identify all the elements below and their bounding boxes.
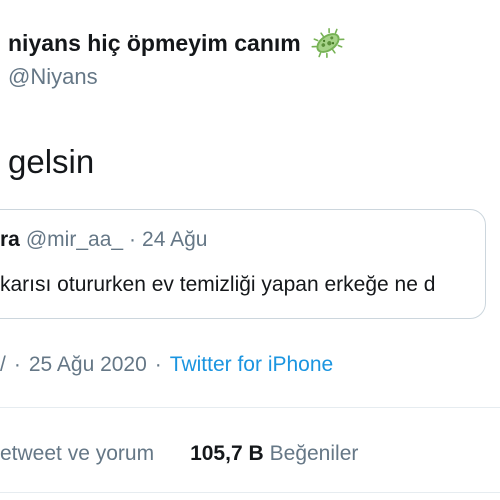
quoted-separator: · (129, 228, 137, 251)
divider (0, 407, 500, 408)
meta-separator: · (13, 353, 21, 376)
quoted-tweet-text: karısı otururken ev temizliği yapan erke… (0, 273, 436, 296)
quoted-tweet-card[interactable] (0, 209, 486, 319)
retweets-label[interactable]: etweet ve yorum (0, 442, 154, 466)
meta-separator: · (154, 353, 162, 376)
author-display-name[interactable]: niyans hiç öpmeyim canım (8, 30, 301, 57)
tweet-time[interactable]: / (0, 353, 6, 377)
author-handle[interactable]: @Niyans (8, 64, 98, 90)
tweet-text: gelsin (8, 143, 95, 180)
tweet-source-link[interactable]: Twitter for iPhone (170, 353, 333, 377)
tweet-date[interactable]: 25 Ağu 2020 (29, 353, 147, 377)
author-name-row[interactable]: niyans hiç öpmeyim canım (8, 26, 345, 60)
quoted-author-name[interactable]: ra (0, 228, 20, 252)
divider (0, 492, 500, 493)
tweet-meta-row: / · 25 Ağu 2020 · Twitter for iPhone (0, 353, 333, 377)
quoted-author-handle[interactable]: @mir_aa_ (26, 228, 123, 252)
likes-count[interactable]: 105,7 B (190, 442, 264, 466)
quoted-date[interactable]: 24 Ağu (142, 228, 207, 252)
microbe-icon (311, 28, 345, 58)
tweet-stats-row: etweet ve yorum 105,7 B Beğeniler (0, 442, 358, 466)
likes-label[interactable]: Beğeniler (270, 442, 359, 466)
quoted-tweet-header: ra @mir_aa_ · 24 Ağu (0, 228, 207, 252)
